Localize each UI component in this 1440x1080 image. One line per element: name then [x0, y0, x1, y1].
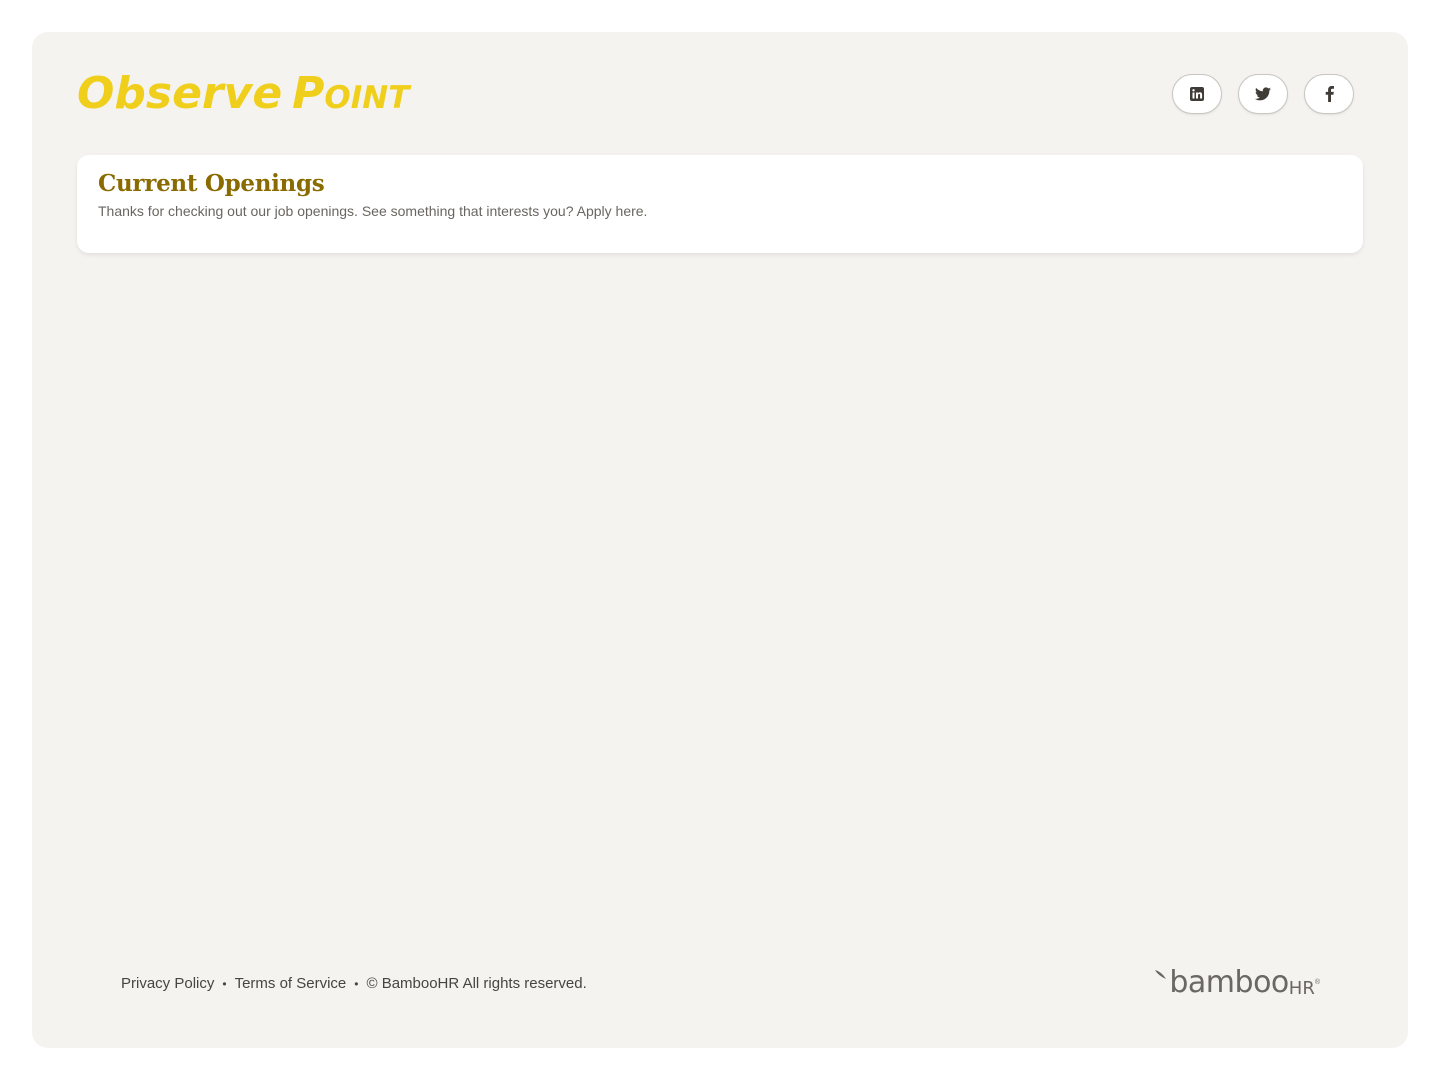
facebook-button[interactable]	[1304, 74, 1354, 114]
openings-description: Thanks for checking out our job openings…	[98, 203, 648, 219]
copyright-text: © BambooHR All rights reserved.	[366, 975, 587, 992]
bamboohr-logo[interactable]: bamboo HR ®	[1155, 968, 1320, 1004]
social-links	[1172, 74, 1354, 114]
logo-word-observe: Observe	[77, 68, 283, 119]
linkedin-icon	[1190, 87, 1204, 101]
bamboo-leaf-icon	[1155, 970, 1167, 979]
registered-mark: ®	[1314, 979, 1320, 986]
bamboohr-wordmark: bamboo	[1169, 965, 1289, 1000]
twitter-icon	[1255, 87, 1271, 101]
twitter-button[interactable]	[1238, 74, 1288, 114]
footer-separator: •	[222, 976, 227, 991]
footer-separator: •	[354, 976, 359, 991]
terms-of-service-link[interactable]: Terms of Service	[235, 975, 347, 992]
facebook-icon	[1325, 86, 1334, 102]
linkedin-button[interactable]	[1172, 74, 1222, 114]
privacy-policy-link[interactable]: Privacy Policy	[121, 975, 214, 992]
page-title: Current Openings	[98, 170, 325, 197]
logo-word-point: Point	[292, 68, 410, 119]
bamboohr-suffix: HR	[1288, 978, 1315, 999]
current-openings-card: Current Openings Thanks for checking out…	[77, 155, 1363, 253]
footer-links: Privacy Policy • Terms of Service • © Ba…	[121, 975, 587, 992]
page-container: Observe Point Current Openings Thanks fo…	[32, 32, 1408, 1048]
observepoint-logo[interactable]: Observe Point	[77, 68, 409, 124]
